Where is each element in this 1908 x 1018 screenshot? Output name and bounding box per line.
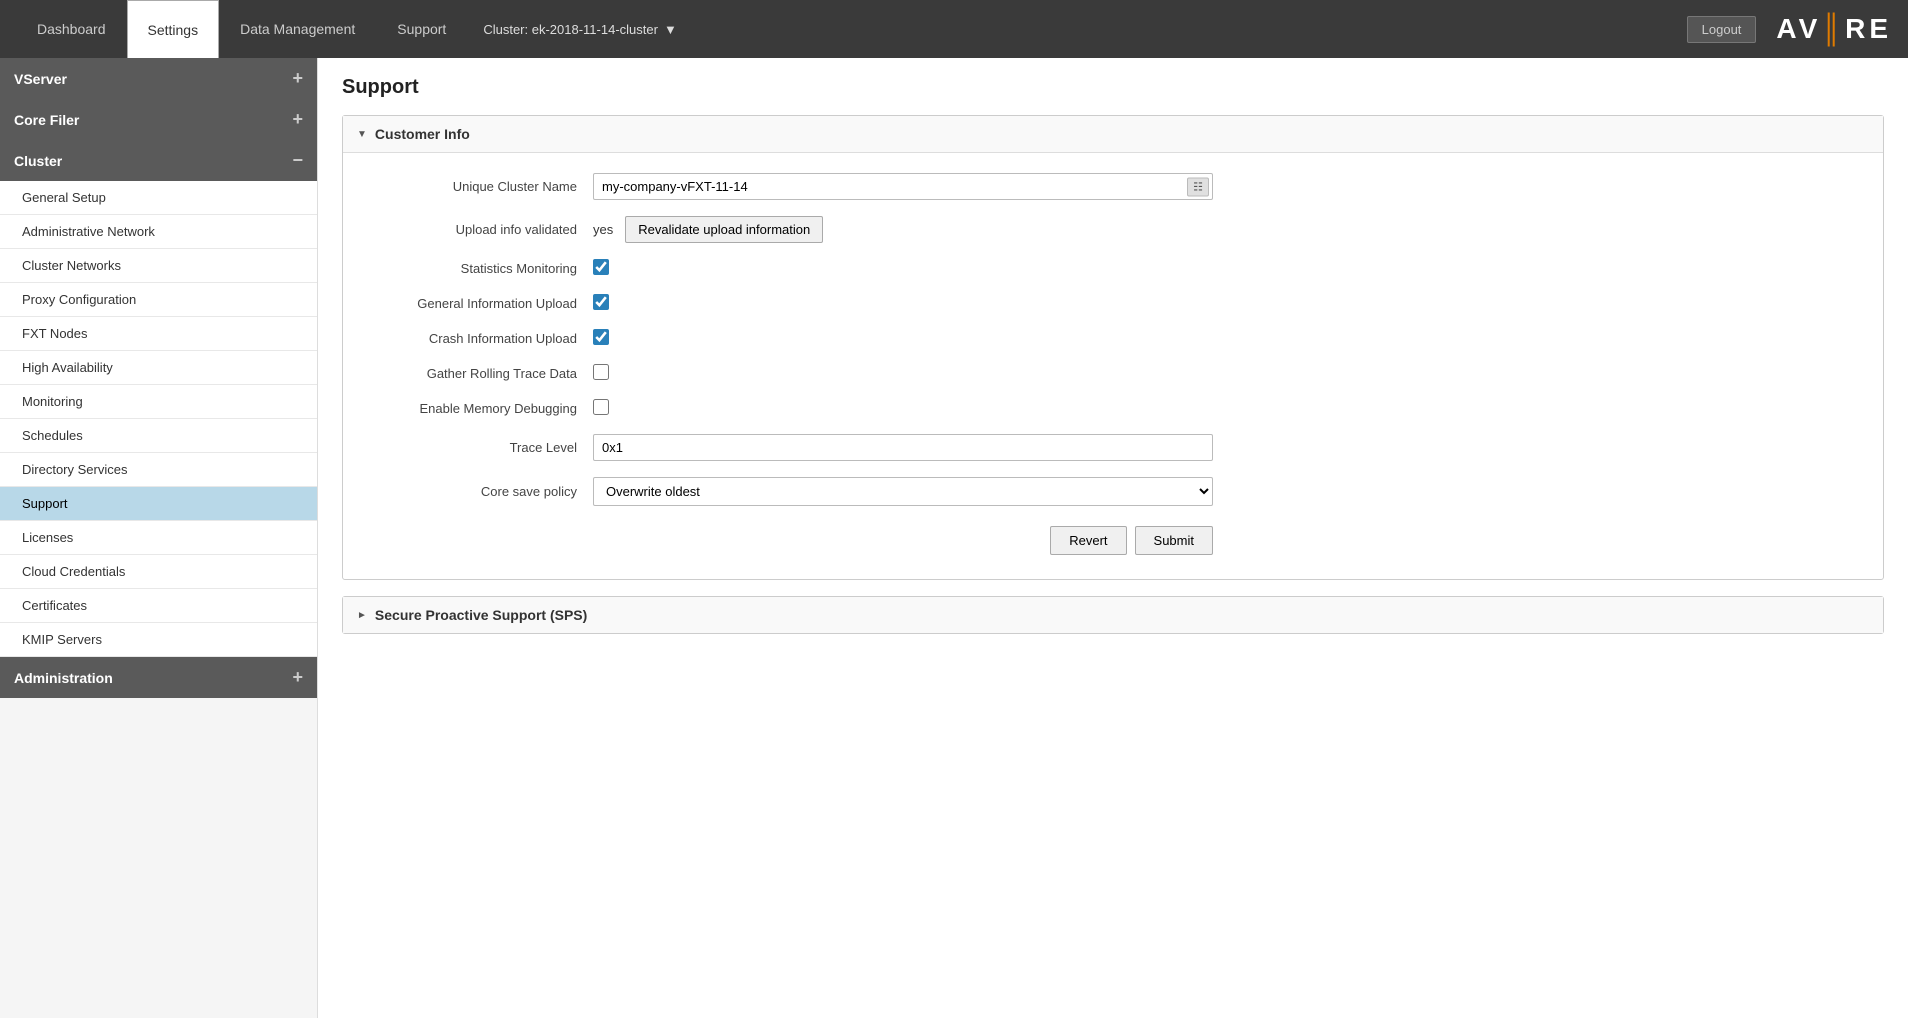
crash-info-upload-row: Crash Information Upload [373, 329, 1853, 348]
main-layout: VServer + Core Filer + Cluster − General… [0, 58, 1908, 1018]
revalidate-button[interactable]: Revalidate upload information [625, 216, 823, 243]
sidebar-item-fxt-nodes[interactable]: FXT Nodes [0, 317, 317, 351]
nav-tabs: Dashboard Settings Data Management Suppo… [16, 0, 677, 58]
logout-button[interactable]: Logout [1687, 16, 1757, 43]
sidebar-item-certificates[interactable]: Certificates [0, 589, 317, 623]
statistics-monitoring-field [593, 259, 1213, 278]
upload-info-validated-label: Upload info validated [373, 222, 593, 237]
crash-info-upload-checkbox[interactable] [593, 329, 609, 345]
statistics-monitoring-checkbox[interactable] [593, 259, 609, 275]
sidebar-item-cluster-networks[interactable]: Cluster Networks [0, 249, 317, 283]
sidebar-item-licenses[interactable]: Licenses [0, 521, 317, 555]
general-info-upload-checkbox[interactable] [593, 294, 609, 310]
customer-info-arrow-icon: ▼ [357, 129, 367, 140]
general-info-upload-field [593, 294, 1213, 313]
sidebar-section-cluster[interactable]: Cluster − [0, 140, 317, 181]
sidebar-section-core-filer[interactable]: Core Filer + [0, 99, 317, 140]
upload-validated-value: yes [593, 222, 613, 237]
general-info-upload-row: General Information Upload [373, 294, 1853, 313]
cluster-name-icon-button[interactable]: ☷ [1187, 177, 1209, 196]
tab-data-management[interactable]: Data Management [219, 0, 376, 58]
core-save-policy-label: Core save policy [373, 484, 593, 499]
enable-memory-debug-label: Enable Memory Debugging [373, 401, 593, 416]
sidebar-item-administrative-network[interactable]: Administrative Network [0, 215, 317, 249]
customer-info-body: Unique Cluster Name ☷ Upload info valida… [343, 153, 1883, 579]
sidebar: VServer + Core Filer + Cluster − General… [0, 58, 318, 1018]
enable-memory-debug-checkbox[interactable] [593, 399, 609, 415]
sps-panel: ► Secure Proactive Support (SPS) [342, 596, 1884, 634]
sidebar-item-monitoring[interactable]: Monitoring [0, 385, 317, 419]
sidebar-item-schedules[interactable]: Schedules [0, 419, 317, 453]
sidebar-item-kmip-servers[interactable]: KMIP Servers [0, 623, 317, 657]
page-title: Support [342, 76, 1884, 99]
sidebar-item-directory-services[interactable]: Directory Services [0, 453, 317, 487]
gather-rolling-trace-checkbox[interactable] [593, 364, 609, 380]
sidebar-item-cloud-credentials[interactable]: Cloud Credentials [0, 555, 317, 589]
sidebar-item-general-setup[interactable]: General Setup [0, 181, 317, 215]
submit-button[interactable]: Submit [1135, 526, 1213, 555]
unique-cluster-name-row: Unique Cluster Name ☷ [373, 173, 1853, 200]
revert-button[interactable]: Revert [1050, 526, 1126, 555]
chevron-down-icon: ▼ [664, 22, 677, 37]
cluster-selector[interactable]: Cluster: ek-2018-11-14-cluster ▼ [483, 22, 677, 37]
sidebar-section-administration[interactable]: Administration + [0, 657, 317, 698]
form-buttons: Revert Submit [373, 526, 1213, 555]
sidebar-section-vserver[interactable]: VServer + [0, 58, 317, 99]
crash-info-upload-label: Crash Information Upload [373, 331, 593, 346]
general-info-upload-label: General Information Upload [373, 296, 593, 311]
sps-header[interactable]: ► Secure Proactive Support (SPS) [343, 597, 1883, 633]
core-save-policy-row: Core save policy Overwrite oldest Keep n… [373, 477, 1853, 506]
gather-rolling-trace-row: Gather Rolling Trace Data [373, 364, 1853, 383]
unique-cluster-name-input[interactable] [593, 173, 1213, 200]
enable-memory-debug-field [593, 399, 1213, 418]
customer-info-panel: ▼ Customer Info Unique Cluster Name ☷ Up… [342, 115, 1884, 580]
topbar: Dashboard Settings Data Management Suppo… [0, 0, 1908, 58]
vserver-expand-icon: + [292, 68, 303, 89]
core-filer-expand-icon: + [292, 109, 303, 130]
upload-validated-group: yes Revalidate upload information [593, 216, 1213, 243]
content-area: Support ▼ Customer Info Unique Cluster N… [318, 58, 1908, 1018]
cluster-expand-icon: − [292, 150, 303, 171]
gather-rolling-trace-label: Gather Rolling Trace Data [373, 366, 593, 381]
administration-expand-icon: + [292, 667, 303, 688]
tab-settings[interactable]: Settings [127, 0, 220, 58]
tab-support[interactable]: Support [376, 0, 467, 58]
core-save-policy-field: Overwrite oldest Keep newest Disabled [593, 477, 1213, 506]
upload-info-validated-row: Upload info validated yes Revalidate upl… [373, 216, 1853, 243]
gather-rolling-trace-field [593, 364, 1213, 383]
core-save-policy-select[interactable]: Overwrite oldest Keep newest Disabled [593, 477, 1213, 506]
logo: AV║RE [1776, 13, 1892, 45]
trace-level-input[interactable] [593, 434, 1213, 461]
upload-info-validated-field: yes Revalidate upload information [593, 216, 1213, 243]
unique-cluster-name-label: Unique Cluster Name [373, 179, 593, 194]
statistics-monitoring-row: Statistics Monitoring [373, 259, 1853, 278]
unique-cluster-name-field: ☷ [593, 173, 1213, 200]
statistics-monitoring-label: Statistics Monitoring [373, 261, 593, 276]
trace-level-row: Trace Level [373, 434, 1853, 461]
sps-arrow-icon: ► [357, 610, 367, 621]
cluster-items: General SetupAdministrative NetworkClust… [0, 181, 317, 657]
sidebar-item-support[interactable]: Support [0, 487, 317, 521]
enable-memory-debug-row: Enable Memory Debugging [373, 399, 1853, 418]
sidebar-item-high-availability[interactable]: High Availability [0, 351, 317, 385]
customer-info-header[interactable]: ▼ Customer Info [343, 116, 1883, 153]
topbar-right: Logout AV║RE [1687, 13, 1892, 45]
trace-level-field [593, 434, 1213, 461]
crash-info-upload-field [593, 329, 1213, 348]
sidebar-item-proxy-configuration[interactable]: Proxy Configuration [0, 283, 317, 317]
trace-level-label: Trace Level [373, 440, 593, 455]
tab-dashboard[interactable]: Dashboard [16, 0, 127, 58]
